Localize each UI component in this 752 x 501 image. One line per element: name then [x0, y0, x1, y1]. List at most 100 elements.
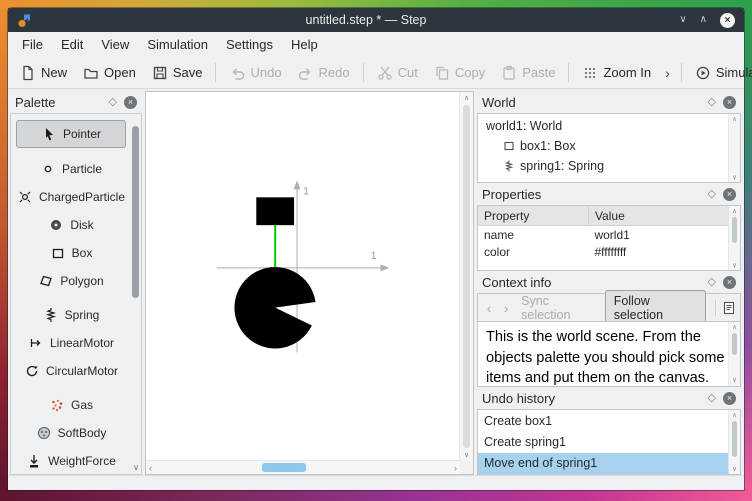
float-panel-button[interactable]: ◇	[708, 276, 716, 288]
open-button[interactable]: Open	[76, 62, 143, 84]
palette-item-particle[interactable]: Particle	[16, 156, 126, 182]
vertical-scroll-thumb[interactable]	[463, 105, 470, 448]
redo-button[interactable]: Redo	[291, 62, 357, 84]
property-name-cell[interactable]: name	[478, 226, 588, 244]
undo-button[interactable]: Undo	[222, 62, 288, 84]
palette-item-linearmotor[interactable]: LinearMotor	[16, 330, 126, 356]
float-panel-button[interactable]: ◇	[109, 96, 117, 108]
scroll-thumb[interactable]	[732, 421, 737, 457]
properties-table-wrap: Property Value name world1 color #ffffff…	[477, 205, 741, 271]
menu-settings[interactable]: Settings	[217, 32, 282, 57]
scroll-down-icon[interactable]: ∨	[732, 465, 737, 473]
new-button[interactable]: New	[13, 62, 74, 84]
palette-item-pointer[interactable]: Pointer	[16, 120, 126, 148]
close-panel-button[interactable]: ×	[124, 95, 137, 109]
menu-edit[interactable]: Edit	[52, 32, 92, 57]
scroll-track[interactable]	[732, 419, 737, 465]
gas-icon	[52, 399, 63, 412]
disk-object[interactable]	[234, 266, 316, 349]
undo-label: Undo	[250, 65, 282, 80]
menu-file[interactable]: File	[13, 32, 52, 57]
scroll-thumb[interactable]	[732, 333, 737, 356]
scroll-down-icon[interactable]: ∨	[732, 173, 737, 181]
back-button[interactable]: ‹	[482, 301, 496, 315]
scrollbar[interactable]: ∧ ∨	[728, 322, 740, 386]
close-button[interactable]: ×	[720, 12, 735, 28]
float-panel-button[interactable]: ◇	[708, 96, 716, 108]
cut-button[interactable]: Cut	[370, 62, 425, 84]
float-panel-button[interactable]: ◇	[708, 392, 716, 404]
close-panel-button[interactable]: ×	[723, 187, 736, 201]
text-document-icon[interactable]	[722, 301, 736, 315]
property-value-cell[interactable]: #ffffffff	[588, 243, 729, 260]
zoom-in-button[interactable]: Zoom In	[575, 62, 658, 84]
scroll-right-icon[interactable]: ›	[451, 463, 460, 473]
menu-simulation[interactable]: Simulation	[138, 32, 217, 57]
canvas-horizontal-scrollbar[interactable]: ‹ ›	[146, 460, 460, 474]
scroll-up-icon[interactable]: ∧	[464, 94, 469, 102]
palette-scrollbar[interactable]	[132, 120, 139, 458]
palette-item-weightforce[interactable]: WeightForce	[16, 448, 126, 474]
palette-item-disk[interactable]: Disk	[16, 212, 126, 238]
palette-item-softbody[interactable]: SoftBody	[16, 420, 126, 446]
box-object[interactable]	[256, 197, 295, 226]
tree-item-label: spring1: Spring	[520, 159, 605, 173]
scroll-up-icon[interactable]: ∧	[732, 115, 737, 123]
toolbar-overflow-button[interactable]: ›	[660, 65, 675, 81]
open-folder-icon	[84, 68, 98, 79]
property-name-cell[interactable]	[478, 260, 588, 270]
column-header-property[interactable]: Property	[478, 206, 589, 226]
forward-button[interactable]: ›	[499, 301, 513, 315]
scroll-down-icon[interactable]: ∨	[732, 376, 737, 385]
horizontal-scroll-thumb[interactable]	[262, 463, 307, 472]
scroll-up-icon[interactable]: ∧	[732, 207, 737, 215]
undo-item-move-end-of-spring1[interactable]: Move end of spring1	[478, 453, 740, 474]
column-header-value[interactable]: Value	[588, 206, 729, 226]
float-panel-button[interactable]: ◇	[708, 188, 716, 200]
palette-item-circularmotor[interactable]: CircularMotor	[16, 358, 126, 384]
save-button[interactable]: Save	[145, 62, 210, 84]
scroll-track[interactable]	[732, 215, 737, 261]
minimize-button[interactable]: ∨	[679, 15, 686, 25]
close-panel-button[interactable]: ×	[723, 391, 736, 405]
copy-button[interactable]: Copy	[427, 62, 492, 84]
scrollbar[interactable]: ∧ ∨	[728, 114, 740, 182]
canvas-vertical-scrollbar[interactable]: ∧ ∨	[459, 92, 473, 461]
palette-scroll-down-icon[interactable]: ∨	[133, 463, 139, 472]
scroll-down-icon[interactable]: ∨	[732, 261, 737, 269]
palette-item-gas[interactable]: Gas	[16, 392, 126, 418]
scroll-up-icon[interactable]: ∧	[732, 411, 737, 419]
scroll-left-icon[interactable]: ‹	[146, 463, 155, 473]
tree-item-world1[interactable]: world1: World	[478, 116, 740, 136]
scroll-thumb[interactable]	[732, 217, 737, 243]
tree-item-box1[interactable]: box1: Box	[478, 136, 740, 156]
palette-item-polygon[interactable]: Polygon	[16, 268, 126, 294]
property-value-cell[interactable]: world1	[588, 226, 729, 244]
scroll-up-icon[interactable]: ∧	[732, 323, 737, 332]
menu-view[interactable]: View	[92, 32, 138, 57]
paste-button[interactable]: Paste	[494, 62, 562, 84]
scrollbar[interactable]: ∧ ∨	[728, 206, 740, 270]
property-value-cell[interactable]	[588, 260, 729, 270]
palette-item-chargedparticle[interactable]: ChargedParticle	[16, 184, 126, 210]
close-panel-button[interactable]: ×	[723, 95, 736, 109]
world-scene[interactable]: 1 1	[146, 92, 460, 461]
undo-item-create-spring1[interactable]: Create spring1	[478, 432, 740, 453]
property-name-cell[interactable]: color	[478, 243, 588, 260]
maximize-button[interactable]: ∧	[700, 15, 707, 25]
undo-item-create-box1[interactable]: Create box1	[478, 411, 740, 432]
menu-help[interactable]: Help	[282, 32, 327, 57]
scrollbar[interactable]: ∧ ∨	[728, 410, 740, 474]
palette-item-box[interactable]: Box	[16, 240, 126, 266]
scroll-down-icon[interactable]: ∨	[464, 451, 469, 459]
scroll-track[interactable]	[732, 332, 737, 376]
palette-item-spring[interactable]: Spring	[16, 302, 126, 328]
titlebar[interactable]: untitled.step * — Step ∨ ∧ ×	[8, 8, 744, 32]
tree-item-spring1[interactable]: spring1: Spring	[478, 156, 740, 176]
palette-scrollbar-thumb[interactable]	[132, 126, 139, 298]
scroll-track[interactable]	[732, 123, 737, 173]
sync-selection-button[interactable]: Sync selection	[516, 294, 602, 322]
paste-clipboard-icon	[503, 65, 515, 80]
simulate-button[interactable]: Simulate ▾	[688, 62, 752, 84]
close-panel-button[interactable]: ×	[723, 275, 736, 289]
